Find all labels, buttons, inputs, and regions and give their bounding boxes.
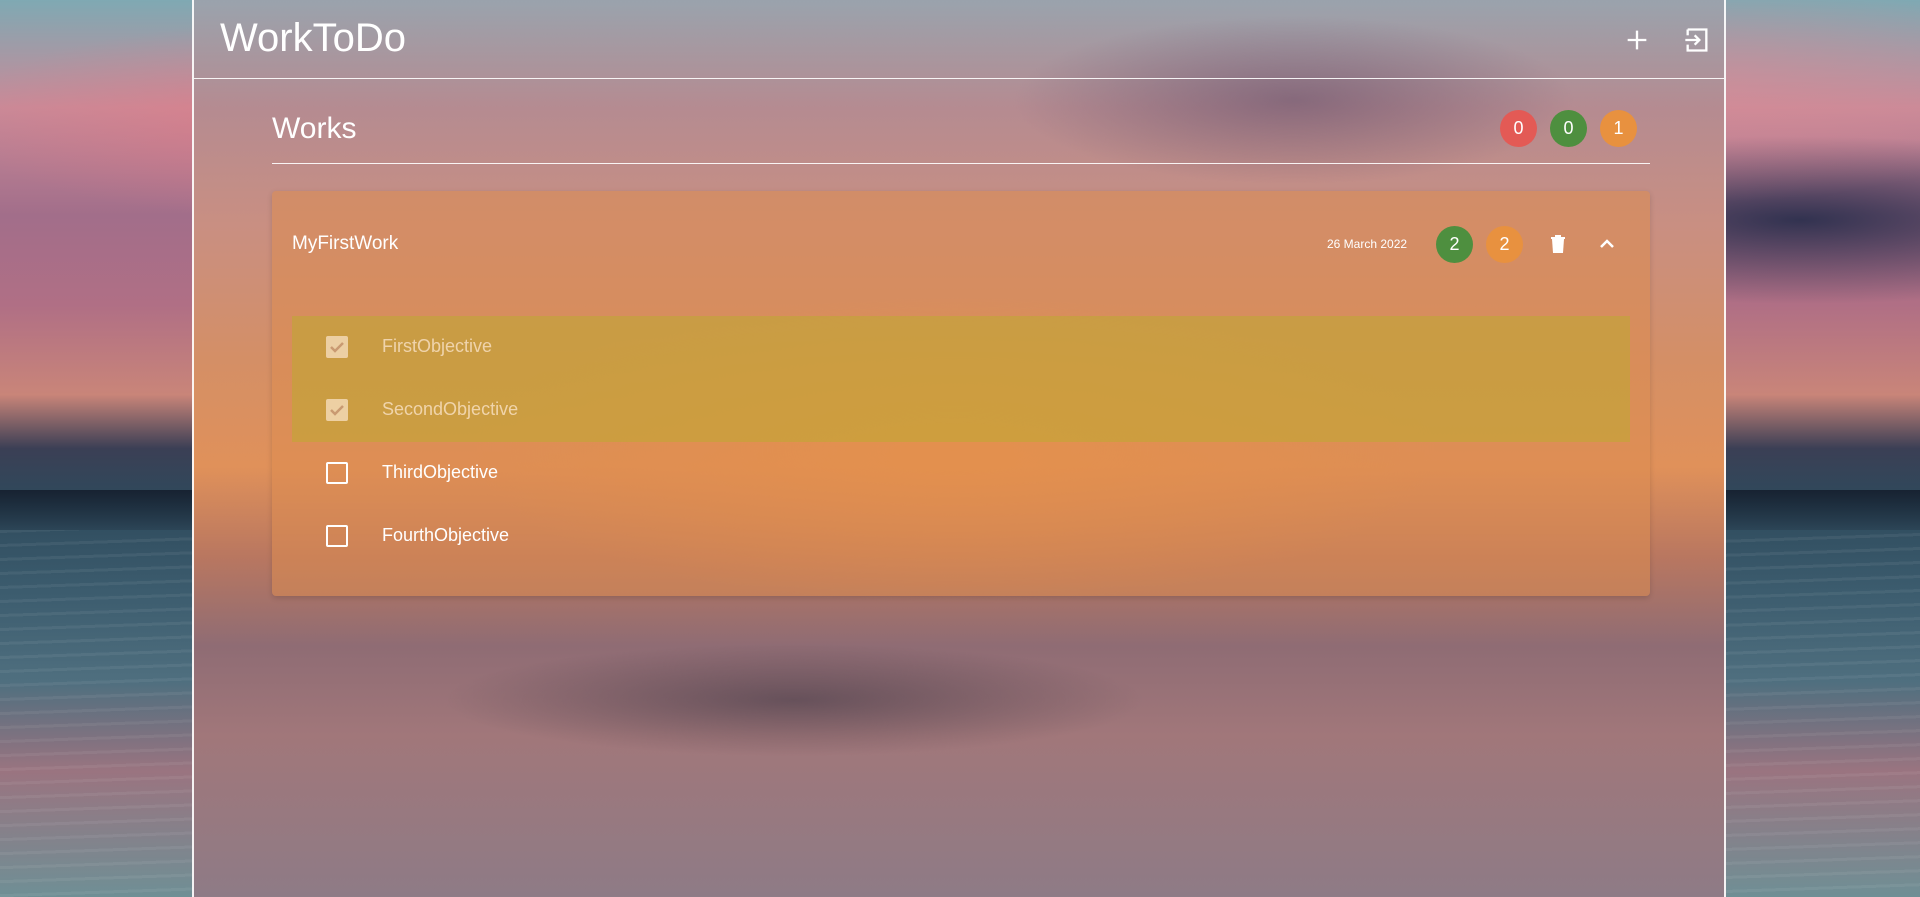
works-section: Works 0 0 1 xyxy=(272,78,1650,164)
objective-item[interactable]: FirstObjective xyxy=(292,316,1630,379)
todo-count-badge: 2 xyxy=(1486,226,1523,263)
objective-list: FirstObjective SecondObjective ThirdObje… xyxy=(292,316,1630,568)
objective-label: ThirdObjective xyxy=(382,462,499,482)
objective-label: FirstObjective xyxy=(382,336,493,356)
objective-item[interactable]: ThirdObjective xyxy=(292,442,1630,505)
works-header: Works 0 0 1 xyxy=(272,78,1650,164)
work-title: MyFirstWork xyxy=(292,233,399,254)
objective-label: FourthObjective xyxy=(382,525,510,545)
checkbox-checked-icon[interactable] xyxy=(326,399,348,421)
checkbox-checked-icon[interactable] xyxy=(326,336,348,358)
logout-button[interactable] xyxy=(1679,22,1715,58)
objective-item[interactable]: FourthObjective xyxy=(292,505,1630,568)
logout-icon xyxy=(1685,28,1708,52)
objective-item[interactable]: SecondObjective xyxy=(292,379,1630,442)
checkbox-empty-icon[interactable] xyxy=(326,525,348,547)
collapse-work-button[interactable] xyxy=(1589,226,1625,262)
work-date: 26 March 2022 xyxy=(1327,237,1408,251)
delete-work-button[interactable] xyxy=(1540,226,1576,262)
app-bar: WorkToDo xyxy=(194,0,1724,79)
add-icon xyxy=(1627,30,1647,50)
add-button[interactable] xyxy=(1619,22,1655,58)
main-panel: WorkToDo Works 0 0 1 MyFirstWork 26 Marc… xyxy=(192,0,1726,897)
work-card: MyFirstWork 26 March 2022 2 2 FirstObjec… xyxy=(272,191,1650,596)
section-title: Works xyxy=(272,112,357,145)
trash-icon xyxy=(1551,235,1565,253)
chevron-up-icon xyxy=(1600,239,1614,248)
checkbox-empty-icon[interactable] xyxy=(326,462,348,484)
counter-badge-green: 0 xyxy=(1550,110,1587,147)
counter-badge-orange: 1 xyxy=(1600,110,1637,147)
objective-label: SecondObjective xyxy=(382,399,519,419)
done-count-badge: 2 xyxy=(1436,226,1473,263)
app-title: WorkToDo xyxy=(220,16,406,60)
counter-badge-red: 0 xyxy=(1500,110,1537,147)
